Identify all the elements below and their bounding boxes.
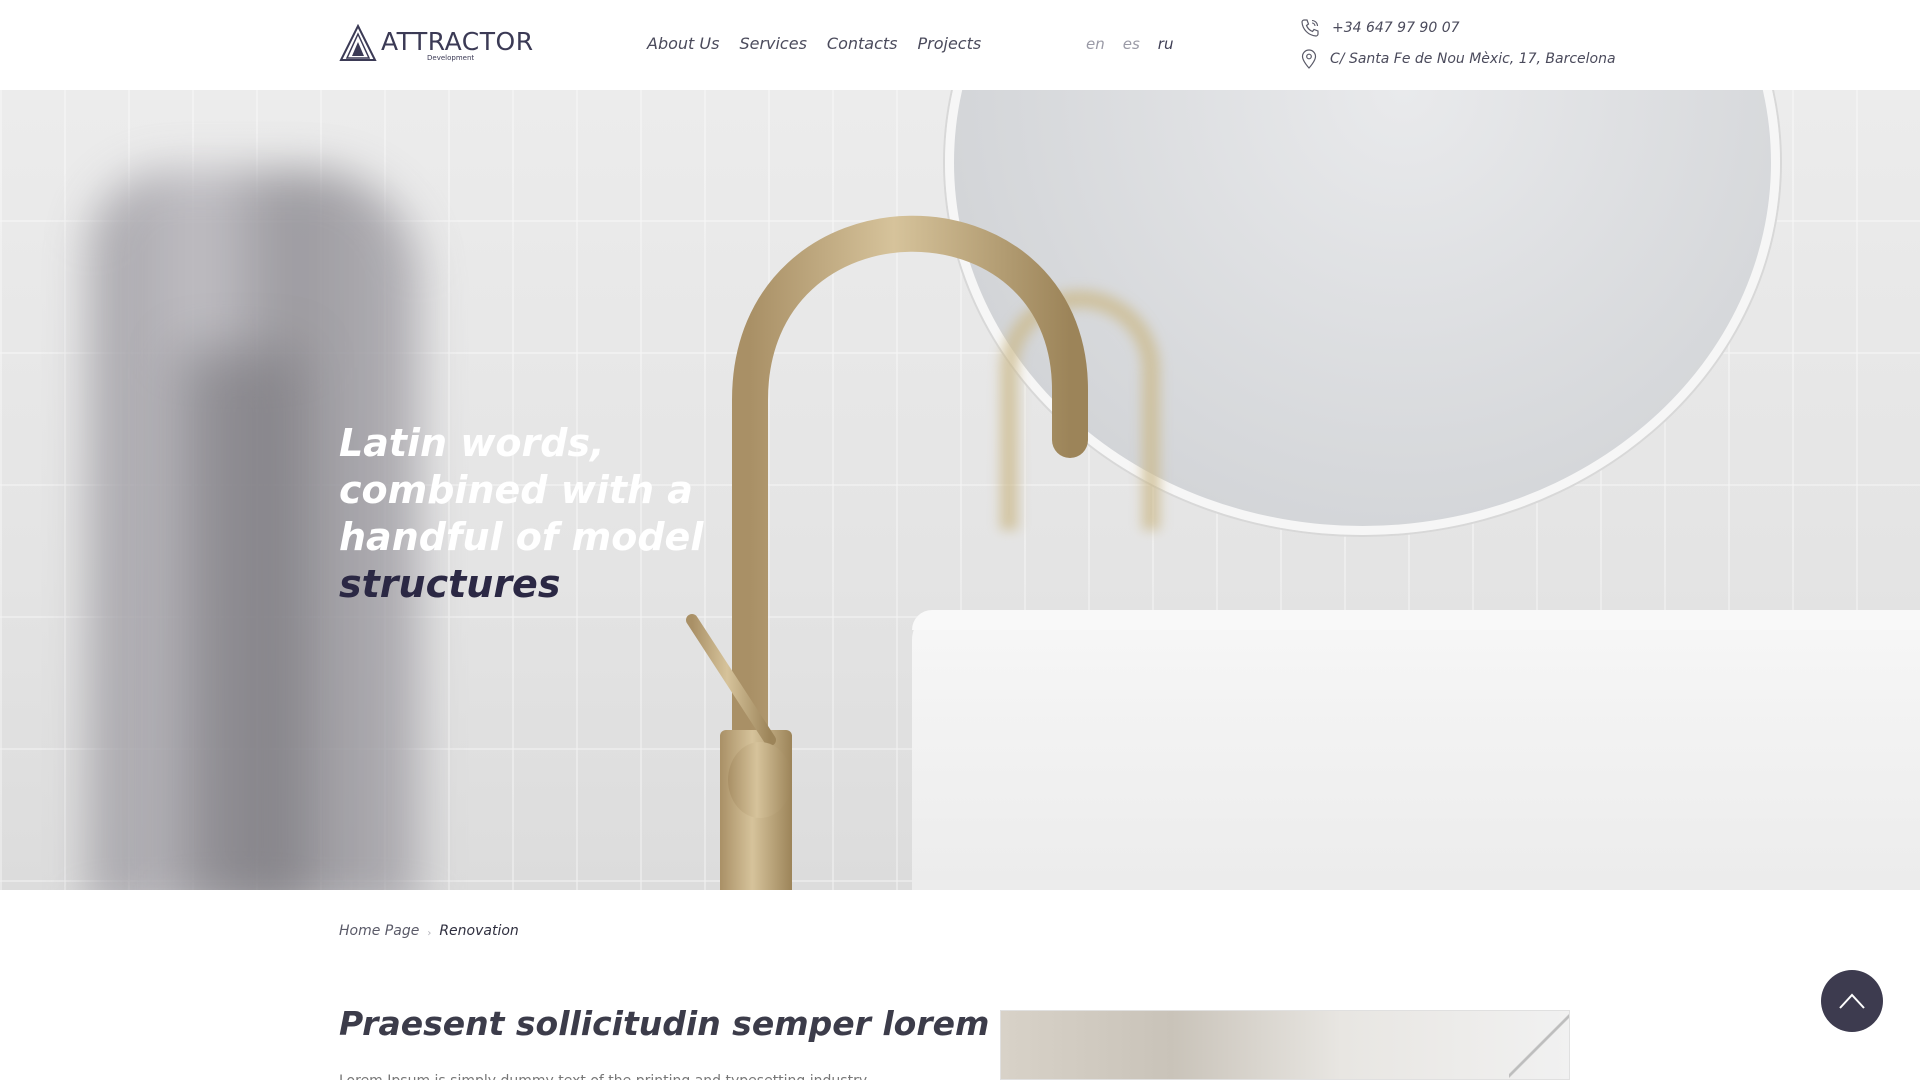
hero-title-text: Latin words, combined with a handful of … [339, 421, 704, 559]
section-title: Praesent sollicitudin semper lorem [339, 1004, 990, 1043]
address-text: C/ Santa Fe de Nou Mèxic, 17, Barcelona [1330, 51, 1616, 67]
section-text: Lorem Ipsum is simply dummy text of the … [339, 1073, 909, 1080]
hero-towel-shadow [180, 350, 300, 890]
lang-ru[interactable]: ru [1158, 35, 1174, 53]
location-pin-icon [1301, 49, 1317, 69]
nav-about-us[interactable]: About Us [647, 34, 719, 53]
lang-es[interactable]: es [1123, 35, 1140, 53]
logo[interactable]: ATTRACTOR Development [339, 24, 533, 66]
phone-number[interactable]: +34 647 97 90 07 [1332, 20, 1460, 36]
breadcrumb-home[interactable]: Home Page [339, 923, 419, 939]
logo-subtitle: Development [427, 54, 475, 62]
phone-icon [1301, 19, 1319, 37]
section-image [1000, 1010, 1570, 1080]
lang-en[interactable]: en [1086, 35, 1105, 53]
logo-mark-icon [339, 24, 377, 61]
breadcrumb: Home Page › Renovation [339, 922, 519, 940]
nav-contacts[interactable]: Contacts [827, 34, 898, 53]
breadcrumb-current: Renovation [439, 922, 519, 939]
phone-row[interactable]: +34 647 97 90 07 [1300, 18, 1460, 38]
hero-title-highlight: structures [339, 562, 561, 606]
address-row: C/ Santa Fe de Nou Mèxic, 17, Barcelona [1300, 49, 1616, 69]
chevron-up-icon [1839, 993, 1865, 1009]
logo-text: ATTRACTOR [381, 27, 534, 56]
language-switcher: en es ru [1086, 35, 1173, 53]
hero-title: Latin words, combined with a handful of … [339, 420, 759, 608]
nav-services[interactable]: Services [739, 34, 806, 53]
nav-projects[interactable]: Projects [918, 34, 982, 53]
hero-banner: Latin words, combined with a handful of … [0, 90, 1920, 890]
site-header: ATTRACTOR Development About Us Services … [0, 0, 1920, 90]
main-nav: About Us Services Contacts Projects [647, 34, 981, 53]
scroll-to-top-button[interactable] [1821, 970, 1883, 1032]
section-image-detail [1509, 1011, 1569, 1079]
breadcrumb-separator-icon: › [427, 928, 432, 939]
